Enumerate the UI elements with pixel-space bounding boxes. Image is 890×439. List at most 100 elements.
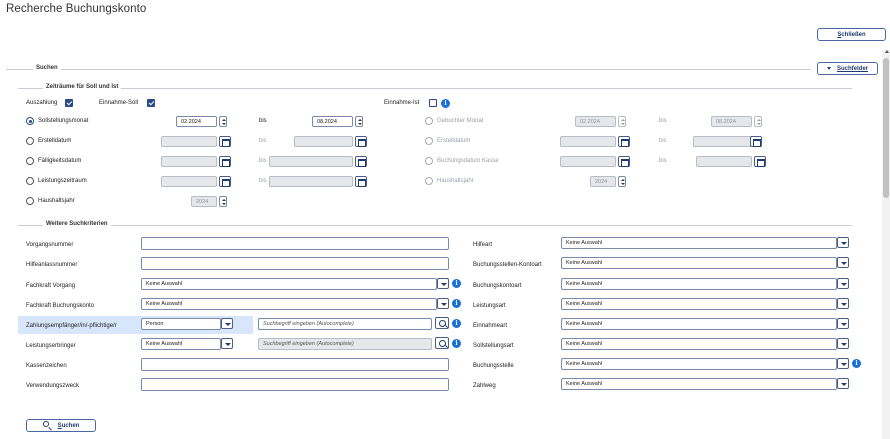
sollstellungsmonat-from-spinner[interactable]	[219, 116, 227, 127]
zeitraeume-section-label: Zeiträume für Soll und Ist	[43, 84, 122, 90]
radio-erstelldatum-right[interactable]	[425, 137, 433, 145]
erstelldatum-from[interactable]	[161, 136, 217, 147]
buchungsdatum-kasse-to[interactable]	[696, 156, 752, 167]
radio-haushaltsjahr-right[interactable]	[425, 177, 433, 185]
leistungserbringer-search-input[interactable]: Suchbegriff eingeben (Autocomplete)	[258, 338, 432, 350]
leistungsart-label: Leistungsart	[473, 303, 506, 309]
hilfeart-dropdown[interactable]	[837, 237, 849, 248]
buchungsdatum-kasse-label: Buchungsdatum Kasse	[437, 158, 499, 164]
erstelldatum-right-label: Erstelldatum	[437, 138, 471, 144]
buchungskontoart-select[interactable]: Keine Auswahl	[561, 278, 837, 290]
kassenzeichen-input[interactable]	[141, 358, 449, 371]
sollstellungsart-dropdown[interactable]	[837, 338, 849, 349]
sollstellungsart-select[interactable]: Keine Auswahl	[561, 338, 837, 350]
hilfeart-select[interactable]: Keine Auswahl	[561, 237, 837, 249]
bis-label: bis	[259, 138, 267, 144]
erstelldatum-right-from[interactable]	[560, 136, 616, 147]
faelligkeitsdatum-from[interactable]	[161, 156, 217, 167]
einnahme-soll-checkbox[interactable]	[147, 99, 155, 107]
auszahlung-checkbox[interactable]	[65, 99, 73, 107]
info-icon[interactable]: i	[441, 99, 450, 108]
sollstellungsmonat-from[interactable]: 02.2024	[176, 116, 217, 127]
info-icon[interactable]: i	[452, 319, 461, 328]
scroll-up-icon[interactable]	[884, 50, 889, 53]
zahlweg-label: Zahlweg	[473, 383, 496, 389]
schliessen-button[interactable]: Schließen	[817, 28, 886, 41]
fachkraft-vorgang-dropdown[interactable]	[437, 278, 449, 289]
gebuchter-monat-from-spinner[interactable]	[618, 116, 626, 127]
sollstellungsmonat-to-spinner[interactable]	[355, 116, 363, 127]
buchungsstelle-select[interactable]: Keine Auswahl	[561, 358, 837, 370]
kassenzeichen-label: Kassenzeichen	[26, 363, 67, 369]
suchen-label: uchen	[61, 422, 80, 429]
gebuchter-monat-from[interactable]: 02.2024	[575, 116, 616, 127]
radio-erstelldatum[interactable]	[26, 137, 34, 145]
calendar-icon[interactable]	[355, 156, 367, 167]
zahlweg-select[interactable]: Keine Auswahl	[561, 378, 837, 390]
calendar-icon[interactable]	[618, 156, 630, 167]
hilfeanlassnummer-input[interactable]	[141, 257, 449, 270]
info-icon[interactable]: i	[452, 339, 461, 348]
info-icon[interactable]: i	[452, 299, 461, 308]
leistungszeitraum-to[interactable]	[269, 176, 353, 187]
suchen-button[interactable]: Suchen	[26, 419, 96, 432]
info-icon[interactable]: i	[452, 279, 461, 288]
zahlungsempfaenger-type-select[interactable]: Person	[141, 318, 221, 330]
faelligkeitsdatum-to[interactable]	[269, 156, 353, 167]
einnahmeart-dropdown[interactable]	[837, 318, 849, 329]
calendar-icon[interactable]	[219, 136, 231, 147]
leistungsart-select[interactable]: Keine Auswahl	[561, 298, 837, 310]
info-icon[interactable]: i	[852, 359, 861, 368]
fachkraft-buchungskonto-dropdown[interactable]	[437, 298, 449, 309]
leistungserbringer-type-dropdown[interactable]	[221, 338, 233, 349]
calendar-icon[interactable]	[754, 156, 766, 167]
calendar-icon[interactable]	[219, 176, 231, 187]
buchungskontoart-dropdown[interactable]	[837, 278, 849, 289]
haushaltsjahr-right-spinner[interactable]	[618, 176, 626, 187]
calendar-icon[interactable]	[355, 136, 367, 147]
gebuchter-monat-label: Gebuchter Monat	[437, 118, 484, 124]
buchungsstellen-kontoart-select[interactable]: Keine Auswahl	[561, 257, 837, 269]
search-icon[interactable]	[435, 317, 449, 329]
radio-leistungszeitraum[interactable]	[26, 177, 34, 185]
haushaltsjahr-right-field[interactable]: 2024	[590, 176, 616, 187]
leistungszeitraum-from[interactable]	[161, 176, 217, 187]
calendar-icon[interactable]	[750, 136, 762, 147]
radio-gebuchter-monat[interactable]	[425, 117, 433, 125]
suchfelder-button[interactable]: Suchfelder	[817, 62, 878, 75]
buchungsstelle-dropdown[interactable]	[837, 358, 849, 369]
zahlungsempfaenger-search-input[interactable]: Suchbegriff eingeben (Autocomplete)	[258, 318, 432, 330]
haushaltsjahr-field[interactable]: 2024	[191, 196, 217, 207]
radio-sollstellungsmonat[interactable]	[26, 117, 34, 125]
gebuchter-monat-to[interactable]: 08.2024	[711, 116, 752, 127]
radio-buchungsdatum-kasse[interactable]	[425, 157, 433, 165]
radio-haushaltsjahr[interactable]	[26, 197, 34, 205]
calendar-icon[interactable]	[618, 136, 630, 147]
scrollbar-thumb[interactable]	[883, 58, 889, 198]
gebuchter-monat-to-spinner[interactable]	[754, 116, 762, 127]
suchen-section-label: Suchen	[33, 65, 61, 71]
haushaltsjahr-right-label: Haushaltsjahr	[437, 178, 474, 184]
sollstellungsmonat-to[interactable]: 08.2024	[312, 116, 353, 127]
calendar-icon[interactable]	[355, 176, 367, 187]
fachkraft-buchungskonto-select[interactable]: Keine Auswahl	[141, 298, 437, 310]
einnahmeart-select[interactable]: Keine Auswahl	[561, 318, 837, 330]
erstelldatum-right-to[interactable]	[693, 136, 752, 147]
radio-faelligkeitsdatum[interactable]	[26, 157, 34, 165]
vorgangsnummer-input[interactable]	[141, 237, 449, 250]
search-icon[interactable]	[435, 337, 449, 349]
buchungsdatum-kasse-from[interactable]	[560, 156, 616, 167]
einnahme-ist-checkbox[interactable]	[429, 99, 437, 107]
buchungsstellen-kontoart-dropdown[interactable]	[837, 257, 849, 268]
erstelldatum-to[interactable]	[294, 136, 353, 147]
calendar-icon[interactable]	[219, 156, 231, 167]
leistungsart-dropdown[interactable]	[837, 298, 849, 309]
zahlungsempfaenger-label: Zahlungsempfänger/in/-pflichtige/r	[26, 323, 117, 329]
leistungserbringer-type-select[interactable]: Keine Auswahl	[141, 338, 221, 350]
verwendungszweck-input[interactable]	[141, 378, 449, 391]
haushaltsjahr-spinner[interactable]	[219, 196, 227, 207]
zahlweg-dropdown[interactable]	[837, 378, 849, 389]
zahlungsempfaenger-type-dropdown[interactable]	[221, 318, 233, 329]
fachkraft-vorgang-select[interactable]: Keine Auswahl	[141, 278, 437, 290]
bis-label: bis	[659, 118, 667, 124]
